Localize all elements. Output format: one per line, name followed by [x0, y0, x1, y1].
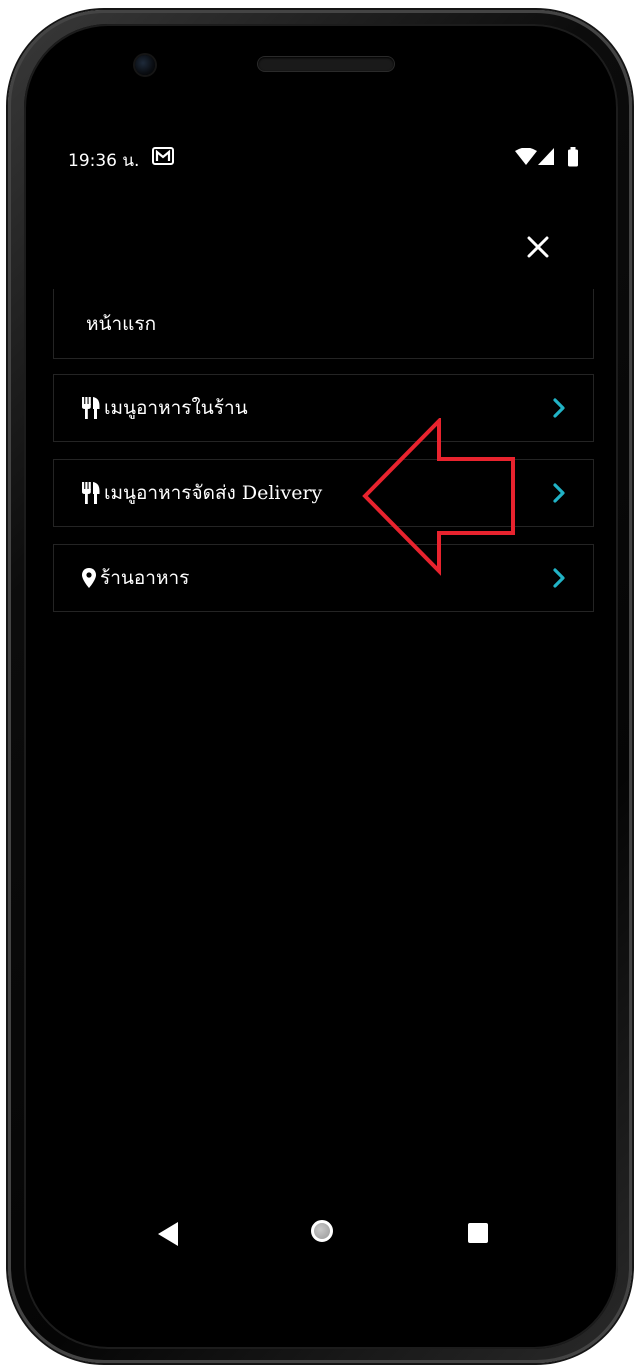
front-camera [135, 55, 155, 75]
signal-icon [538, 148, 554, 165]
utensils-icon [82, 482, 100, 504]
chevron-right-icon [553, 568, 565, 588]
menu-item-label: เมนูอาหารจัดส่ง Delivery [104, 482, 323, 504]
recents-icon[interactable] [468, 1223, 488, 1243]
utensils-icon [82, 397, 100, 419]
menu-item-home[interactable]: หน้าแรก [53, 289, 594, 359]
menu-item-label: ร้านอาหาร [100, 567, 190, 589]
status-time: 19:36 น. [68, 151, 140, 171]
phone-screen [24, 24, 618, 1349]
earpiece-speaker [258, 57, 394, 71]
phone-frame [8, 10, 632, 1363]
chevron-right-icon [553, 398, 565, 418]
mail-icon [152, 147, 174, 165]
menu-item-label: เมนูอาหารในร้าน [104, 397, 248, 419]
menu-item-label: หน้าแรก [86, 312, 157, 335]
back-icon[interactable] [157, 1221, 179, 1247]
home-icon[interactable] [311, 1220, 333, 1242]
close-icon[interactable] [521, 230, 555, 264]
battery-icon [568, 147, 578, 167]
wifi-icon [515, 148, 537, 165]
chevron-right-icon [553, 483, 565, 503]
annotation-arrow-icon [362, 418, 515, 576]
map-marker-icon [82, 568, 96, 588]
